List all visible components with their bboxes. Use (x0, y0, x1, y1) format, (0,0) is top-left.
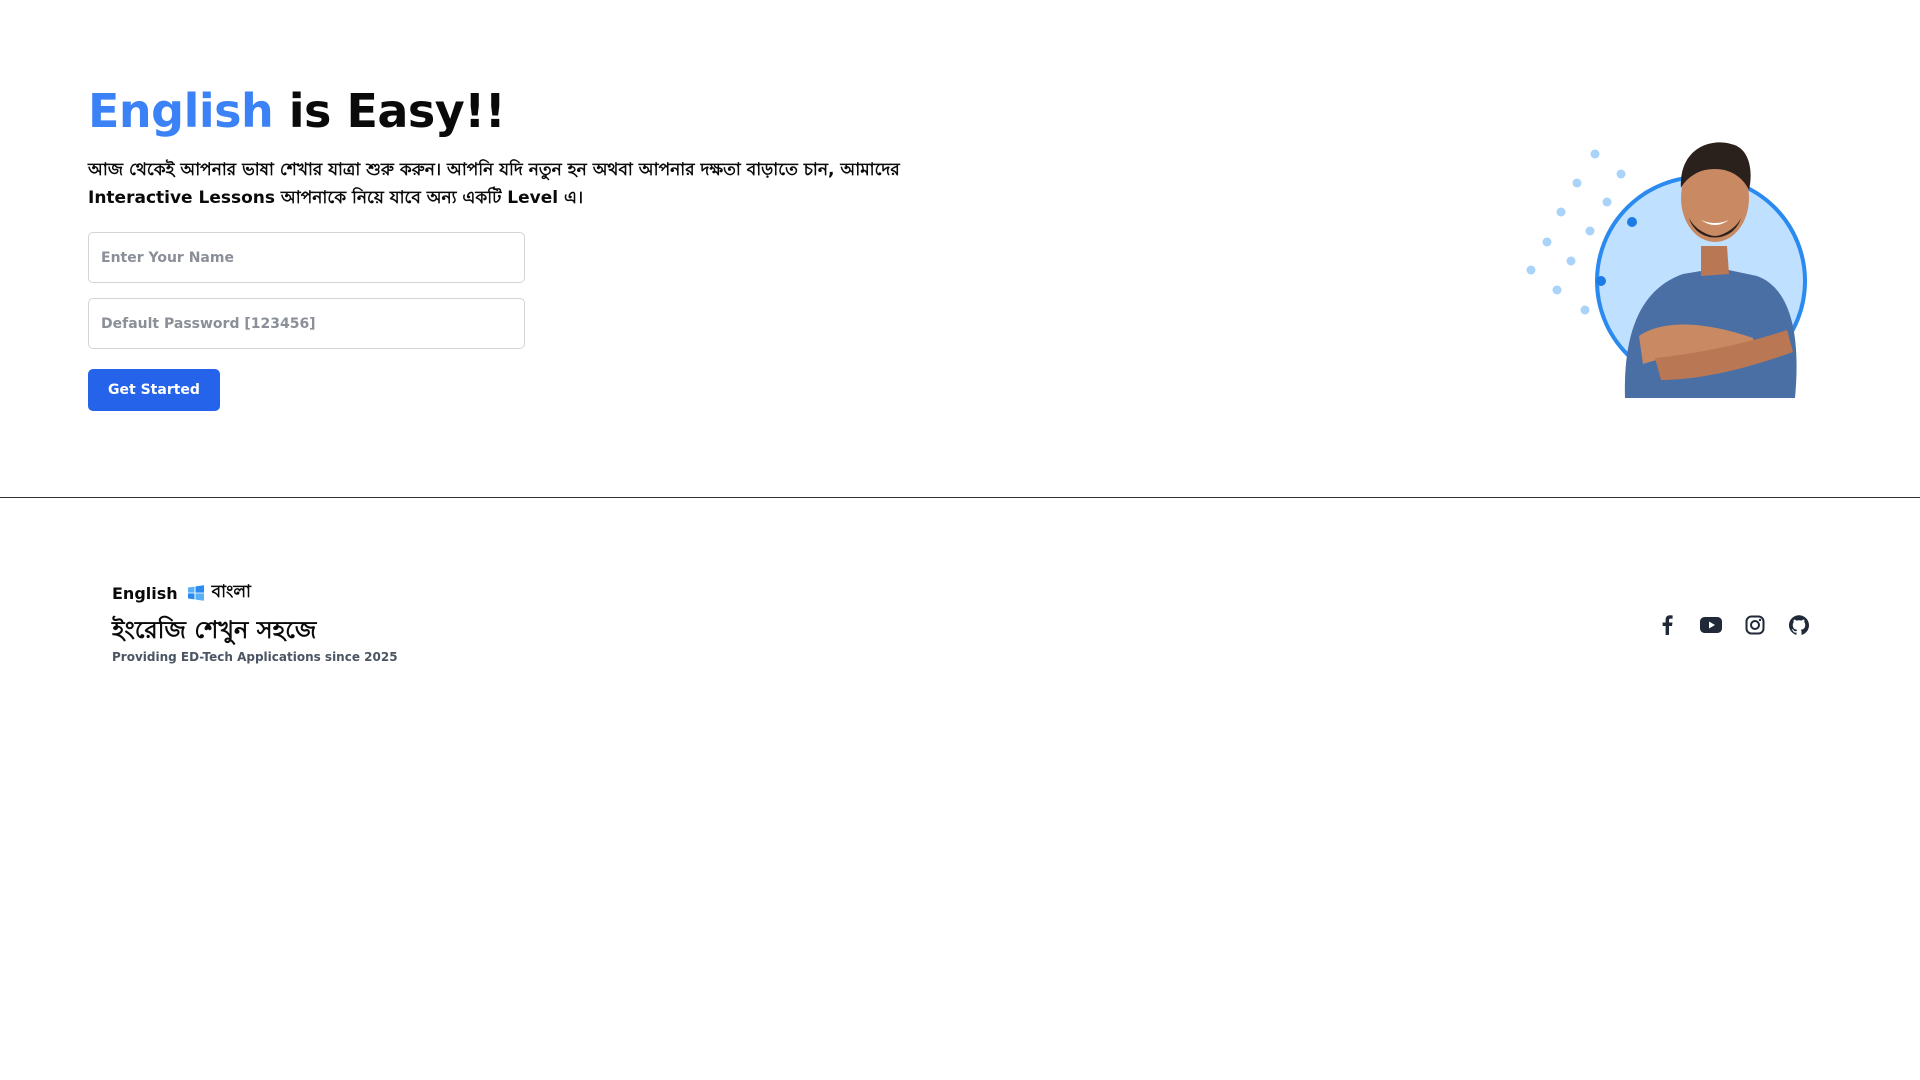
hero-illustration (1505, 118, 1815, 398)
youtube-icon[interactable] (1700, 614, 1722, 636)
facebook-icon[interactable] (1656, 614, 1678, 636)
instagram-icon[interactable] (1744, 614, 1766, 636)
brand-logo[interactable]: English বাংলা (112, 580, 398, 606)
get-started-button[interactable]: Get Started (88, 369, 220, 411)
section-divider (0, 497, 1920, 498)
brand-bangla-label: বাংলা (211, 582, 251, 602)
smiling-man-avatar-icon (1526, 142, 1807, 398)
hero-section: English is Easy!! আজ থেকেই আপনার ভাষা শে… (88, 80, 988, 411)
github-icon[interactable] (1788, 614, 1810, 636)
footer-brand: English বাংলা ইংরেজি শেখুন সহজে Providin… (112, 580, 398, 664)
footer-since-text: Providing ED-Tech Applications since 202… (112, 650, 398, 664)
hero-description: আজ থেকেই আপনার ভাষা শেখার যাত্রা শুরু কর… (88, 160, 900, 208)
hero-title-accent: English (88, 84, 274, 138)
hero-title-rest: is Easy!! (273, 84, 506, 138)
landing-page: English is Easy!! আজ থেকেই আপনার ভাষা শে… (0, 0, 1920, 1080)
name-input[interactable] (88, 232, 525, 283)
windows-logo-icon (187, 585, 204, 601)
social-links (1656, 614, 1810, 636)
brand-english-label: English (112, 583, 178, 603)
footer-tagline: ইংরেজি শেখুন সহজে (112, 616, 317, 644)
password-input[interactable] (88, 298, 525, 349)
hero-title: English is Easy!! (88, 80, 988, 142)
